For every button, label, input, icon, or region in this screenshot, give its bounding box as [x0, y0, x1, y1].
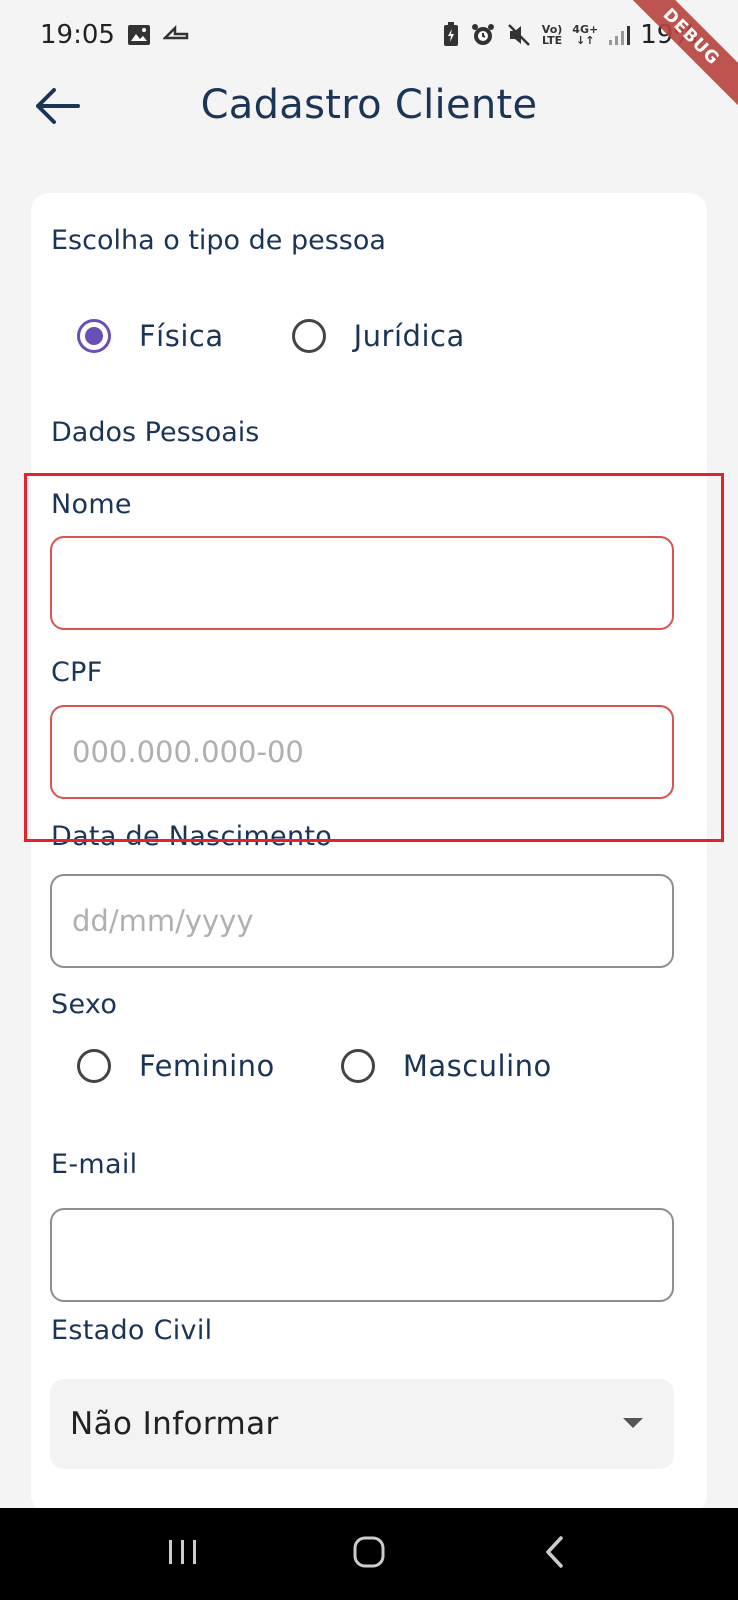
- radio-label: Jurídica: [353, 319, 465, 353]
- civil-status-label: Estado Civil: [51, 1315, 213, 1346]
- cpf-input[interactable]: [50, 705, 674, 799]
- mute-icon: [506, 22, 532, 48]
- alarm-icon: [470, 22, 496, 48]
- network-type-indicator: 4G+ ↓↑: [572, 23, 599, 47]
- personal-data-title: Dados Pessoais: [51, 417, 260, 448]
- email-input[interactable]: [50, 1208, 674, 1302]
- birth-date-input[interactable]: [50, 874, 674, 968]
- volte-indicator: Vo) LTE: [541, 23, 563, 47]
- gallery-icon: [127, 24, 151, 46]
- radio-unchecked-icon: [77, 1049, 111, 1083]
- civil-status-value: Não Informar: [70, 1406, 279, 1442]
- sex-label: Sexo: [51, 989, 118, 1020]
- radio-checked-icon: [77, 319, 111, 353]
- chevron-left-icon: [543, 1535, 567, 1573]
- name-label: Nome: [51, 489, 132, 520]
- cpf-label: CPF: [51, 657, 103, 688]
- radio-fisica[interactable]: Física: [77, 319, 224, 353]
- radio-label: Física: [139, 319, 224, 353]
- email-label: E-mail: [51, 1149, 138, 1180]
- radio-juridica[interactable]: Jurídica: [291, 319, 465, 353]
- signal-icon: [608, 24, 631, 46]
- back-nav-button[interactable]: [520, 1524, 590, 1584]
- radio-feminino[interactable]: Feminino: [77, 1049, 275, 1083]
- sex-radio-group: Feminino Masculino: [77, 1049, 552, 1083]
- radio-label: Feminino: [139, 1049, 275, 1083]
- app-bar: Cadastro Cliente: [0, 70, 738, 180]
- recents-icon: [166, 1537, 200, 1571]
- person-type-title: Escolha o tipo de pessoa: [51, 225, 386, 256]
- radio-masculino[interactable]: Masculino: [340, 1049, 552, 1083]
- home-button[interactable]: [334, 1524, 404, 1584]
- radio-label: Masculino: [402, 1049, 552, 1083]
- navigation-bar: [0, 1508, 738, 1600]
- dropdown-arrow-icon: [622, 1415, 644, 1434]
- send-icon: [162, 24, 189, 46]
- status-left: 19:05: [40, 20, 189, 50]
- civil-status-select[interactable]: Não Informar: [50, 1379, 674, 1469]
- status-bar: 19:05 Vo) LTE 4G+ ↓↑ 19%: [0, 0, 738, 70]
- name-input[interactable]: [50, 536, 674, 630]
- recent-apps-button[interactable]: [148, 1524, 218, 1584]
- person-type-radio-group: Física Jurídica: [77, 319, 465, 353]
- home-icon: [352, 1535, 386, 1573]
- form-card: Escolha o tipo de pessoa Física Jurídica…: [31, 193, 707, 1513]
- page-title: Cadastro Cliente: [200, 82, 538, 128]
- radio-unchecked-icon: [291, 319, 326, 353]
- birth-date-label: Data de Nascimento: [51, 821, 333, 852]
- battery-saver-icon: [442, 22, 460, 48]
- status-time: 19:05: [40, 20, 115, 50]
- radio-unchecked-icon: [340, 1049, 375, 1083]
